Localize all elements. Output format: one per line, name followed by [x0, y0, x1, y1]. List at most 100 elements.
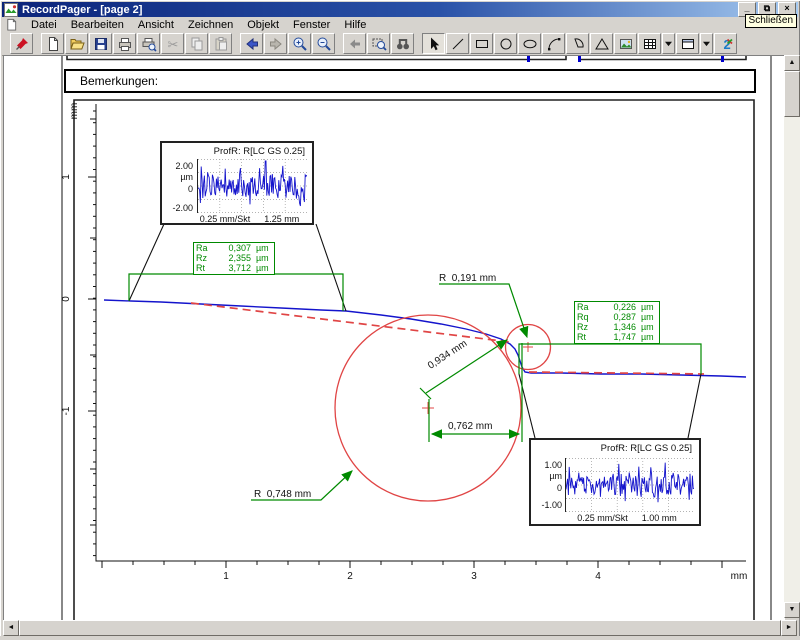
- find-button[interactable]: [391, 33, 414, 54]
- forward-button[interactable]: [264, 33, 287, 54]
- window-bottom-border: [0, 636, 800, 640]
- new-document-button[interactable]: [41, 33, 64, 54]
- drawing-canvas: 1 2 3 4 mm 1 0 -1 mm: [4, 56, 785, 620]
- pie-tool-button[interactable]: [566, 33, 589, 54]
- inset-y-min: -2.00: [162, 203, 193, 213]
- line-tool-button[interactable]: [446, 33, 469, 54]
- frame-dropdown-button[interactable]: [700, 33, 713, 54]
- arrow-forward-icon: [268, 36, 284, 52]
- svg-text:0,762 mm: 0,762 mm: [448, 421, 492, 432]
- zoom-region-button[interactable]: [367, 33, 390, 54]
- header-box-right-partial[interactable]: [579, 56, 746, 60]
- dimension-radius-small[interactable]: R 0,191 mm: [439, 273, 527, 337]
- table-tool-button[interactable]: [638, 33, 661, 54]
- arc-tool-button[interactable]: [542, 33, 565, 54]
- pin-button[interactable]: [10, 33, 33, 54]
- scroll-right-button[interactable]: ►: [781, 620, 797, 636]
- window-title: RecordPager - [page 2]: [22, 4, 142, 16]
- cut-icon: ✂: [165, 36, 181, 52]
- title-bar[interactable]: RecordPager - [page 2] _ ⧉ ×: [2, 2, 798, 17]
- menu-fenster[interactable]: Fenster: [286, 18, 337, 32]
- profile-inset-left[interactable]: ProfR: R[LC GS 0.25] 2.00 µm 0 -2.00 0.2…: [160, 141, 314, 225]
- inset-y-max: 2.00: [162, 161, 193, 171]
- header-box-left-partial[interactable]: [67, 56, 566, 60]
- chevron-down-icon: [702, 40, 711, 47]
- x-axis-unit: mm: [731, 571, 748, 582]
- horizontal-scrollbar[interactable]: ◄ ►: [3, 620, 797, 636]
- y-tick-1: 1: [61, 174, 72, 180]
- arc-icon: [546, 36, 562, 52]
- ellipse-tool-button[interactable]: [518, 33, 541, 54]
- x-tick-2: 2: [347, 571, 353, 582]
- dimension-radius-large[interactable]: R 0,748 mm: [251, 471, 352, 500]
- circle-center-mark-large: [422, 402, 434, 414]
- table-row: Ra0,307µm: [196, 243, 272, 253]
- rectangle-icon: [474, 36, 490, 52]
- inset-y-zero: 0: [531, 483, 562, 493]
- menu-objekt[interactable]: Objekt: [240, 18, 286, 32]
- horizontal-scroll-thumb[interactable]: [19, 620, 781, 636]
- table-dropdown-button[interactable]: [662, 33, 675, 54]
- back-button[interactable]: [240, 33, 263, 54]
- inset-plot: [197, 159, 307, 213]
- previous-view-button[interactable]: [343, 33, 366, 54]
- print-button[interactable]: [113, 33, 136, 54]
- menu-zeichnen[interactable]: Zeichnen: [181, 18, 240, 32]
- roughness-table-left[interactable]: Ra0,307µm Rz2,355µm Rt3,712µm: [193, 242, 275, 275]
- circle-icon: [498, 36, 514, 52]
- cut-button[interactable]: ✂: [161, 33, 184, 54]
- zoom-in-icon: [292, 36, 308, 52]
- app-icon: [4, 3, 18, 17]
- frame-tool-button[interactable]: [676, 33, 699, 54]
- scroll-down-button[interactable]: ▼: [784, 602, 800, 618]
- vertical-scrollbar[interactable]: ▲ ▼: [784, 55, 800, 618]
- pointer-icon: [426, 36, 442, 52]
- table-icon: [642, 36, 658, 52]
- fitted-line-left[interactable]: [191, 303, 510, 342]
- copy-button[interactable]: [185, 33, 208, 54]
- open-folder-icon: [69, 36, 85, 52]
- menu-hilfe[interactable]: Hilfe: [337, 18, 373, 32]
- print-icon: [117, 36, 133, 52]
- menu-datei[interactable]: Datei: [24, 18, 64, 32]
- document-view[interactable]: 1 2 3 4 mm 1 0 -1 mm: [3, 55, 785, 620]
- scroll-up-button[interactable]: ▲: [784, 55, 800, 71]
- print-preview-button[interactable]: [137, 33, 160, 54]
- rectangle-tool-button[interactable]: [470, 33, 493, 54]
- inset-y-unit: µm: [162, 172, 193, 182]
- vertical-scroll-thumb[interactable]: [784, 71, 800, 117]
- close-tooltip: Schließen: [745, 14, 797, 28]
- inset-y-unit: µm: [531, 471, 562, 481]
- triangle-tool-button[interactable]: [590, 33, 613, 54]
- pointer-tool-button[interactable]: [422, 33, 445, 54]
- remarks-box[interactable]: Bemerkungen:: [64, 69, 756, 93]
- svg-text:R 0,748 mm: R 0,748 mm: [254, 489, 311, 500]
- zoom-out-button[interactable]: [312, 33, 335, 54]
- menu-bearbeiten[interactable]: Bearbeiten: [64, 18, 131, 32]
- image-tool-button[interactable]: [614, 33, 637, 54]
- x-tick-3: 3: [471, 571, 477, 582]
- zoom-out-icon: [316, 36, 332, 52]
- arrow-back-icon: [244, 36, 260, 52]
- svg-text:0,934 mm: 0,934 mm: [426, 338, 469, 371]
- dimension-diagonal[interactable]: 0,934 mm: [420, 338, 507, 399]
- save-button[interactable]: [89, 33, 112, 54]
- roughness-table-right[interactable]: Ra0,226µm Rq0,287µm Rz1,346µm Rt1,747µm: [574, 301, 660, 344]
- profile-inset-right[interactable]: ProfR: R[LC GS 0.25] 1.00 µm 0 -1.00 0.2…: [529, 438, 701, 526]
- svg-text:✂: ✂: [167, 37, 178, 52]
- zoom-in-button[interactable]: [288, 33, 311, 54]
- circle-tool-button[interactable]: [494, 33, 517, 54]
- y-tick-neg1: -1: [61, 406, 72, 415]
- menu-ansicht[interactable]: Ansicht: [131, 18, 181, 32]
- open-folder-button[interactable]: [65, 33, 88, 54]
- paste-button[interactable]: [209, 33, 232, 54]
- inset-y-min: -1.00: [531, 500, 562, 510]
- inset-y-zero: 0: [162, 184, 193, 194]
- table-row: Ra0,226µm: [577, 302, 657, 312]
- page-wizard-button[interactable]: 2: [714, 33, 737, 54]
- arrow-left-gray-icon: [347, 36, 363, 52]
- table-row: Rz1,346µm: [577, 322, 657, 332]
- copy-icon: [189, 36, 205, 52]
- page-2-icon: 2: [718, 36, 734, 52]
- scroll-left-button[interactable]: ◄: [3, 620, 19, 636]
